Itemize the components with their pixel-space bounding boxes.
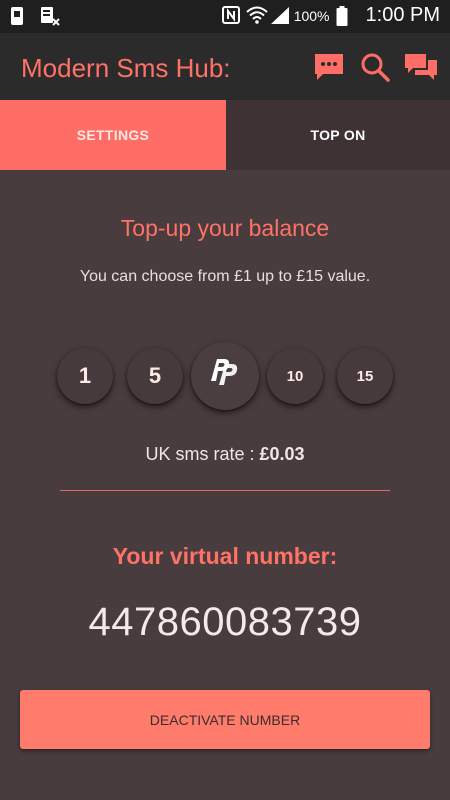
paypal-button[interactable] (191, 342, 259, 410)
sim-icon (10, 6, 28, 26)
sim-card-x-icon (40, 6, 60, 26)
status-time: 1:00 PM (365, 4, 440, 26)
tab-bar: SETTINGS TOP ON (0, 100, 450, 170)
sms-rate-value: £0.03 (259, 444, 305, 464)
status-bar: 100% 1:00 PM (0, 0, 450, 33)
tab-settings[interactable]: SETTINGS (0, 100, 226, 170)
virtual-number-heading: Your virtual number: (112, 543, 338, 569)
amount-button-10[interactable]: 10 (267, 348, 323, 404)
amount-button-5[interactable]: 5 (127, 348, 183, 404)
app-title: Modern Sms Hub: (21, 53, 231, 83)
chat-bubble-icon[interactable] (312, 50, 346, 84)
messages-icon[interactable] (404, 50, 438, 84)
topup-heading: Top-up your balance (120, 215, 330, 241)
sms-rate-label: UK sms rate : (145, 444, 260, 464)
tab-top-on[interactable]: TOP ON (226, 100, 450, 170)
divider (60, 490, 390, 491)
app-actions (312, 50, 438, 84)
virtual-number: 447860083739 (88, 600, 362, 644)
paypal-icon (208, 357, 242, 395)
app-bar: Modern Sms Hub: (0, 33, 450, 100)
sms-rate: UK sms rate : £0.03 (0, 444, 450, 465)
wifi-icon (246, 6, 268, 26)
battery-icon (336, 5, 354, 26)
amount-options: 1 5 10 15 (0, 342, 450, 415)
battery-percent: 100% (293, 7, 330, 24)
search-icon[interactable] (358, 50, 392, 84)
topup-subtitle: You can choose from £1 up to £15 value. (79, 268, 371, 285)
signal-icon (270, 6, 289, 26)
amount-button-15[interactable]: 15 (337, 348, 393, 404)
amount-button-1[interactable]: 1 (57, 348, 113, 404)
nfc-icon (221, 5, 240, 26)
deactivate-number-button[interactable]: DEACTIVATE NUMBER (20, 690, 430, 749)
